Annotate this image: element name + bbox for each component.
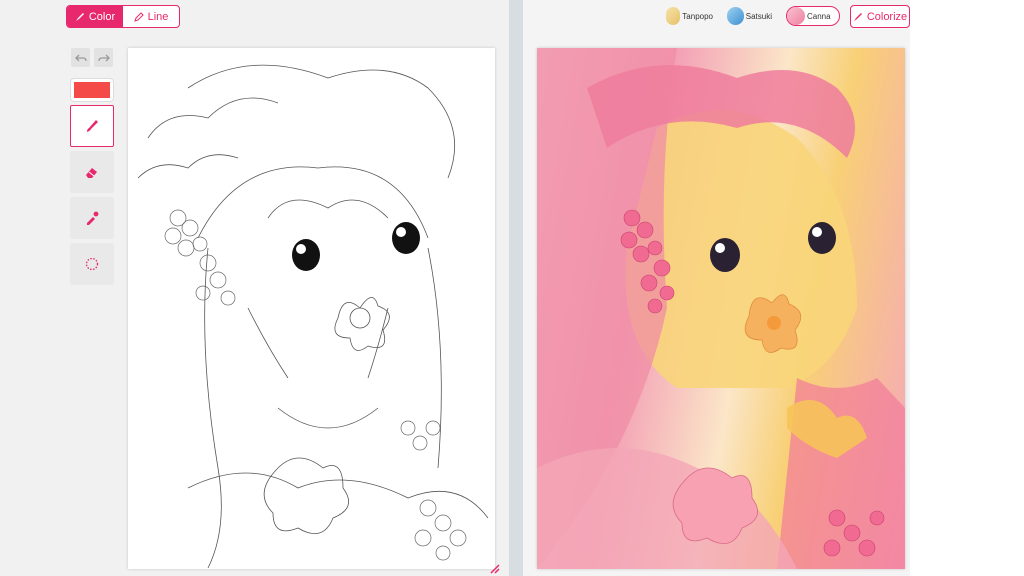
tanpopo-thumbnail	[666, 7, 681, 25]
colorized-drawing	[537, 48, 905, 569]
color-mode-label: Color	[88, 10, 116, 23]
color-mode-button[interactable]: Color	[67, 6, 123, 27]
style-chip-tanpopo[interactable]: Tanpopo	[666, 6, 718, 26]
colorized-right-eye	[808, 222, 836, 254]
colorized-canvas	[537, 48, 905, 569]
eraser-tool[interactable]	[70, 151, 114, 193]
eyedropper-tool[interactable]	[70, 197, 114, 239]
style-chip-satsuki[interactable]: Satsuki	[727, 6, 777, 26]
tool-palette	[70, 48, 114, 285]
redo-icon	[97, 54, 110, 61]
canna-thumbnail	[787, 7, 805, 25]
panel-divider[interactable]	[509, 0, 523, 576]
style-chip-label: Satsuki	[745, 11, 772, 21]
eraser-icon	[86, 168, 97, 178]
redo-button[interactable]	[94, 48, 113, 67]
left-eye	[292, 239, 320, 271]
line-art-canvas[interactable]	[128, 48, 495, 569]
resize-handle-icon[interactable]	[489, 563, 501, 575]
colorize-label: Colorize	[866, 10, 908, 23]
brush-tool[interactable]	[70, 105, 114, 147]
brush-icon	[853, 12, 862, 21]
dotted-circle-icon	[85, 257, 99, 271]
mode-toggle: Color Line	[66, 5, 180, 28]
page-margin	[910, 0, 1024, 576]
brush-icon	[87, 120, 98, 132]
line-art-drawing	[137, 64, 489, 569]
satsuki-thumbnail	[727, 7, 744, 25]
line-mode-label: Line	[147, 10, 169, 23]
color-swatch[interactable]	[71, 79, 113, 101]
line-mode-button[interactable]: Line	[123, 6, 179, 27]
eyedropper-icon	[87, 211, 99, 225]
undo-button[interactable]	[71, 48, 90, 67]
right-eye	[392, 222, 420, 254]
pen-icon	[133, 11, 144, 22]
style-chip-label: Tanpopo	[682, 11, 713, 21]
style-chip-label: Canna	[807, 11, 831, 21]
colorize-button[interactable]: Colorize	[850, 5, 910, 28]
selection-tool[interactable]	[70, 243, 114, 285]
undo-icon	[74, 54, 87, 61]
brush-icon	[75, 12, 84, 21]
colorized-left-eye	[710, 238, 740, 272]
style-chip-canna[interactable]: Canna	[786, 6, 840, 26]
